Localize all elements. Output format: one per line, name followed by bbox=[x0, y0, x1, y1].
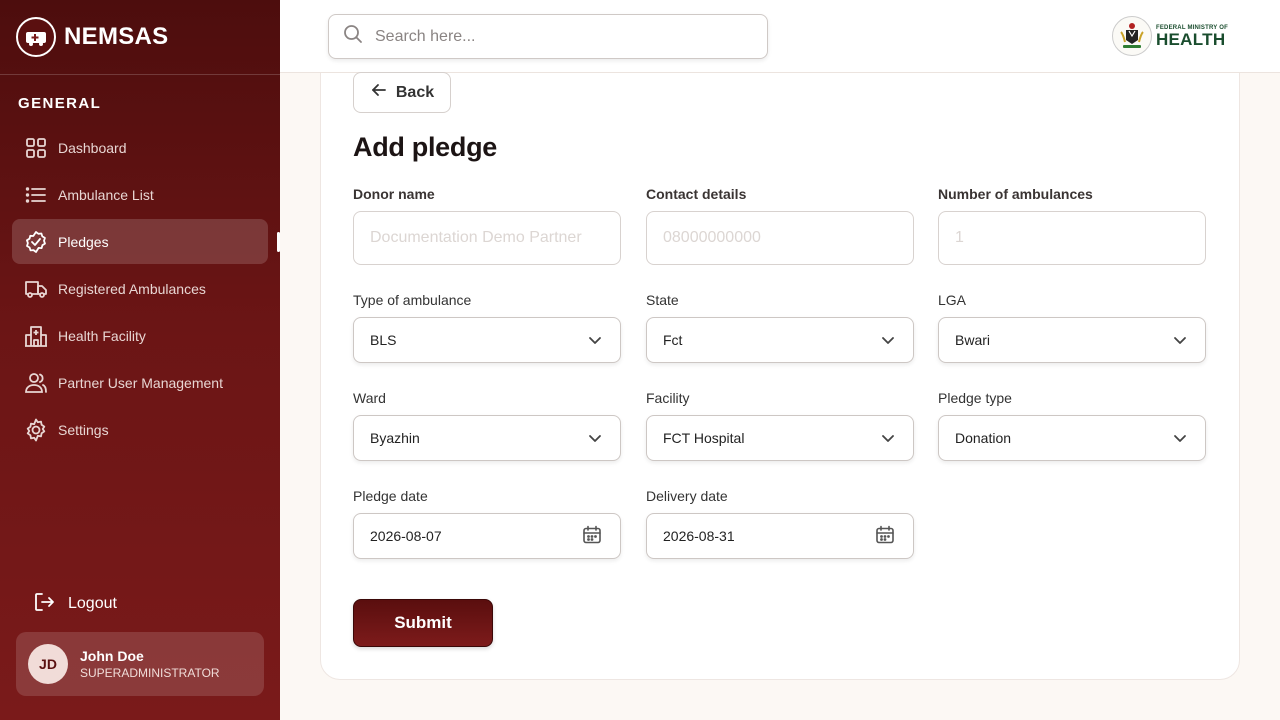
chevron-down-icon bbox=[1173, 430, 1187, 446]
sidebar-item-label: Pledges bbox=[58, 233, 109, 250]
gear-icon bbox=[24, 418, 48, 442]
back-label: Back bbox=[395, 83, 435, 101]
select-value: Bwari bbox=[955, 332, 991, 348]
sidebar-item-settings[interactable]: Settings bbox=[12, 407, 268, 452]
select-value: Fct bbox=[663, 332, 683, 348]
pledge-date-label: Pledge date bbox=[353, 488, 428, 504]
search-icon bbox=[343, 24, 363, 49]
select-value: Byazhin bbox=[370, 430, 420, 446]
chevron-down-icon bbox=[881, 332, 895, 348]
topbar: FEDERAL MINISTRY OF HEALTH bbox=[280, 0, 1280, 73]
chevron-down-icon bbox=[1173, 332, 1187, 348]
user-name: John Doe bbox=[80, 648, 144, 664]
sidebar-item-health-facility[interactable]: Health Facility bbox=[12, 313, 268, 358]
contact-details-label: Contact details bbox=[646, 186, 747, 202]
facility-label: Facility bbox=[646, 390, 690, 406]
brand-divider bbox=[0, 74, 280, 75]
type-of-ambulance-label: Type of ambulance bbox=[353, 292, 472, 308]
users-icon bbox=[24, 371, 48, 395]
sidebar-nav: Dashboard Ambulance List Pledges Registe… bbox=[12, 125, 280, 454]
back-button[interactable]: Back bbox=[353, 72, 451, 113]
page-title: Add pledge bbox=[353, 132, 497, 162]
select-value: Donation bbox=[955, 430, 1012, 446]
truck-icon bbox=[24, 277, 48, 301]
chevron-down-icon bbox=[588, 430, 602, 446]
calendar-icon[interactable] bbox=[875, 525, 895, 548]
sidebar-item-label: Dashboard bbox=[58, 139, 127, 156]
select-value: FCT Hospital bbox=[663, 430, 745, 446]
calendar-icon[interactable] bbox=[582, 525, 602, 548]
coat-of-arms-icon bbox=[1111, 16, 1152, 56]
user-card[interactable]: JD John Doe SUPERADMINISTRATOR bbox=[16, 632, 264, 696]
type-of-ambulance-select[interactable]: BLS bbox=[353, 317, 621, 363]
lga-select[interactable]: Bwari bbox=[938, 317, 1206, 363]
select-value: BLS bbox=[370, 332, 397, 348]
delivery-date-input[interactable]: 2026-08-31 bbox=[646, 513, 914, 559]
ward-label: Ward bbox=[353, 390, 386, 406]
date-value: 2026-08-07 bbox=[370, 528, 442, 544]
ambulance-logo-icon bbox=[16, 17, 56, 57]
donor-name-label: Donor name bbox=[353, 186, 435, 202]
submit-button[interactable]: Submit bbox=[353, 599, 493, 647]
chevron-down-icon bbox=[588, 332, 602, 348]
donor-name-input[interactable] bbox=[353, 211, 621, 265]
chevron-down-icon bbox=[881, 430, 895, 446]
sidebar-item-registered-ambulances[interactable]: Registered Ambulances bbox=[12, 266, 268, 311]
sidebar-item-ambulance-list[interactable]: Ambulance List bbox=[12, 172, 268, 217]
state-select[interactable]: Fct bbox=[646, 317, 914, 363]
sidebar-item-partner-user-management[interactable]: Partner User Management bbox=[12, 360, 268, 405]
facility-select[interactable]: FCT Hospital bbox=[646, 415, 914, 461]
state-label: State bbox=[646, 292, 679, 308]
pledge-date-input[interactable]: 2026-08-07 bbox=[353, 513, 621, 559]
sidebar-item-label: Ambulance List bbox=[58, 186, 154, 203]
sidebar: NEMSAS GENERAL Dashboard Ambulance List … bbox=[0, 0, 280, 720]
logout-button[interactable]: Logout bbox=[32, 590, 117, 618]
arrow-left-icon bbox=[370, 81, 388, 104]
pledge-type-select[interactable]: Donation bbox=[938, 415, 1206, 461]
date-value: 2026-08-31 bbox=[663, 528, 735, 544]
avatar: JD bbox=[28, 644, 68, 684]
ministry-logo: FEDERAL MINISTRY OF HEALTH bbox=[1111, 16, 1228, 56]
search-box[interactable] bbox=[328, 14, 768, 59]
logout-label: Logout bbox=[68, 595, 117, 612]
contact-details-input[interactable] bbox=[646, 211, 914, 265]
brand[interactable]: NEMSAS bbox=[16, 17, 168, 57]
sidebar-item-label: Registered Ambulances bbox=[58, 280, 206, 297]
lga-label: LGA bbox=[938, 292, 967, 308]
delivery-date-label: Delivery date bbox=[646, 488, 728, 504]
number-of-ambulances-input[interactable] bbox=[938, 211, 1206, 265]
logout-icon bbox=[32, 590, 56, 619]
app-name: NEMSAS bbox=[64, 23, 169, 50]
pledge-type-label: Pledge type bbox=[938, 390, 1012, 406]
sidebar-item-label: Settings bbox=[58, 421, 109, 438]
sidebar-item-pledges[interactable]: Pledges bbox=[12, 219, 280, 264]
ministry-big-text: HEALTH bbox=[1155, 29, 1226, 49]
sidebar-item-label: Partner User Management bbox=[58, 374, 223, 391]
list-icon bbox=[24, 183, 48, 207]
sidebar-item-label: Health Facility bbox=[58, 327, 146, 344]
sidebar-item-dashboard[interactable]: Dashboard bbox=[12, 125, 268, 170]
number-of-ambulances-label: Number of ambulances bbox=[938, 186, 1093, 202]
ward-select[interactable]: Byazhin bbox=[353, 415, 621, 461]
badge-check-icon bbox=[24, 230, 48, 254]
user-role: SUPERADMINISTRATOR bbox=[80, 666, 220, 680]
search-input[interactable] bbox=[375, 27, 745, 46]
grid-icon bbox=[24, 136, 48, 160]
section-label-general: GENERAL bbox=[18, 95, 102, 112]
hospital-icon bbox=[24, 324, 48, 348]
